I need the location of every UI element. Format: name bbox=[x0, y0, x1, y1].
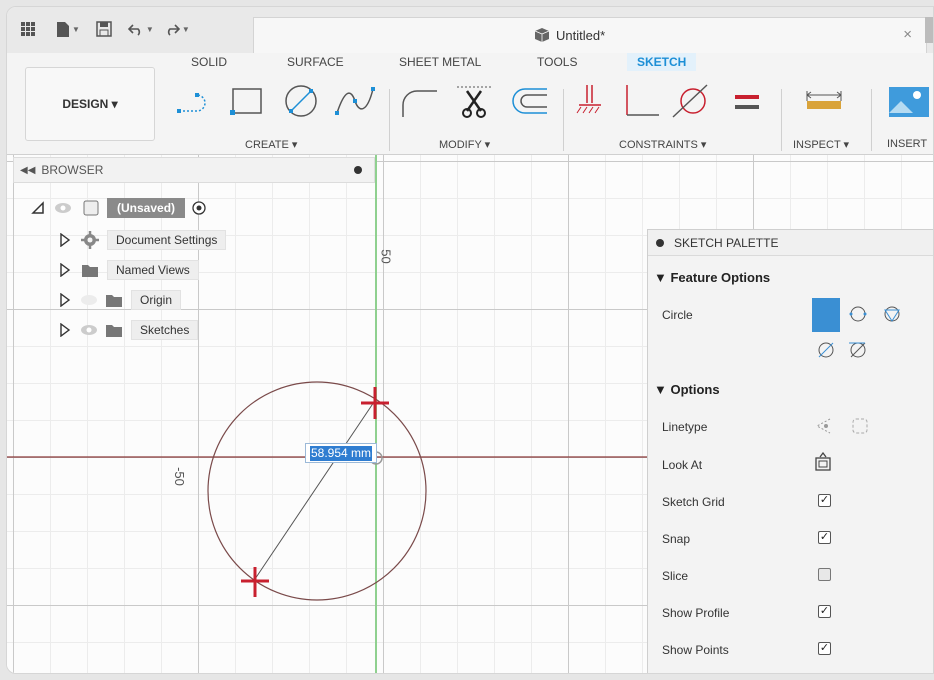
folder-icon bbox=[106, 325, 122, 337]
dimension-value[interactable]: 58.954 mm bbox=[310, 445, 373, 461]
construction-linetype-icon[interactable] bbox=[814, 416, 834, 436]
tree-item-origin[interactable]: Origin bbox=[59, 289, 182, 311]
axis-label-vertical: 50 bbox=[378, 249, 394, 264]
tangent-circle-icon[interactable] bbox=[816, 340, 836, 360]
expand-triangle-icon[interactable] bbox=[59, 323, 71, 337]
expand-triangle-icon[interactable] bbox=[59, 233, 71, 247]
circle-label: Circle bbox=[662, 308, 693, 322]
expand-triangle-icon[interactable] bbox=[31, 201, 45, 215]
two-point-circle-icon[interactable] bbox=[848, 304, 868, 324]
folder-icon bbox=[82, 265, 98, 277]
tree-item-sketches[interactable]: Sketches bbox=[59, 319, 199, 341]
look-at-icon[interactable] bbox=[814, 452, 832, 472]
tree-item-label[interactable]: Document Settings bbox=[107, 230, 227, 250]
app-window: ▼ ▼ ▼ Untitled* × DESIGN ▾ SOLID SURFACE… bbox=[6, 6, 934, 674]
diameter-point-bottom[interactable] bbox=[241, 567, 269, 597]
tree-item-document-settings[interactable]: Document Settings bbox=[59, 229, 227, 251]
look-at-label: Look At bbox=[662, 458, 703, 472]
palette-pin-icon[interactable] bbox=[656, 238, 664, 247]
show-profile-checkbox[interactable]: ✓ bbox=[818, 605, 831, 618]
centerline-linetype-icon[interactable] bbox=[850, 416, 870, 436]
three-tangent-circle-icon[interactable] bbox=[848, 340, 868, 360]
activate-radio-icon[interactable] bbox=[191, 200, 207, 216]
tree-item-label[interactable]: Named Views bbox=[107, 260, 199, 280]
visibility-icon[interactable] bbox=[79, 323, 99, 337]
folder-icon bbox=[106, 295, 122, 307]
expand-triangle-icon[interactable] bbox=[59, 293, 71, 307]
palette-title: SKETCH PALETTE bbox=[674, 235, 779, 250]
show-points-label: Show Points bbox=[662, 643, 729, 657]
component-icon bbox=[83, 200, 99, 216]
sketch-grid-checkbox[interactable]: ✓ bbox=[818, 494, 831, 507]
gear-icon bbox=[81, 231, 99, 249]
collapse-icon[interactable]: ◀◀ bbox=[20, 165, 35, 176]
options-header[interactable]: ▼ Options bbox=[654, 382, 720, 397]
show-points-checkbox[interactable]: ✓ bbox=[818, 642, 831, 655]
center-diameter-circle-option[interactable] bbox=[812, 298, 840, 332]
browser-title: BROWSER bbox=[41, 163, 104, 177]
tree-item-label[interactable]: Sketches bbox=[131, 320, 199, 340]
tree-item-named-views[interactable]: Named Views bbox=[59, 259, 199, 281]
pin-icon[interactable] bbox=[354, 166, 362, 174]
feature-options-header[interactable]: ▼ Feature Options bbox=[654, 270, 770, 285]
expand-triangle-icon[interactable] bbox=[59, 263, 71, 277]
tree-root[interactable]: (Unsaved) bbox=[31, 197, 207, 219]
slice-label: Slice bbox=[662, 569, 689, 583]
three-point-circle-icon[interactable] bbox=[882, 304, 902, 324]
linetype-label: Linetype bbox=[662, 420, 708, 434]
snap-label: Snap bbox=[662, 532, 691, 546]
dimension-input[interactable]: 58.954 mm bbox=[305, 443, 377, 463]
sketch-palette: SKETCH PALETTE ▼ Feature Options Circle … bbox=[647, 229, 933, 673]
visibility-icon[interactable] bbox=[53, 201, 73, 215]
browser-panel-header[interactable]: ◀◀ BROWSER bbox=[13, 157, 375, 183]
show-profile-label: Show Profile bbox=[662, 606, 730, 620]
axis-label-horizontal: -50 bbox=[171, 467, 187, 486]
slice-checkbox[interactable] bbox=[818, 568, 831, 581]
snap-checkbox[interactable]: ✓ bbox=[818, 531, 831, 544]
tree-item-label[interactable]: Origin bbox=[131, 290, 182, 310]
root-component-label[interactable]: (Unsaved) bbox=[107, 198, 186, 218]
sketch-circle[interactable] bbox=[207, 381, 427, 601]
sketch-grid-label: Sketch Grid bbox=[662, 495, 725, 509]
palette-header[interactable]: SKETCH PALETTE bbox=[648, 230, 933, 256]
diameter-line bbox=[254, 401, 375, 580]
visibility-off-icon[interactable] bbox=[79, 293, 99, 307]
